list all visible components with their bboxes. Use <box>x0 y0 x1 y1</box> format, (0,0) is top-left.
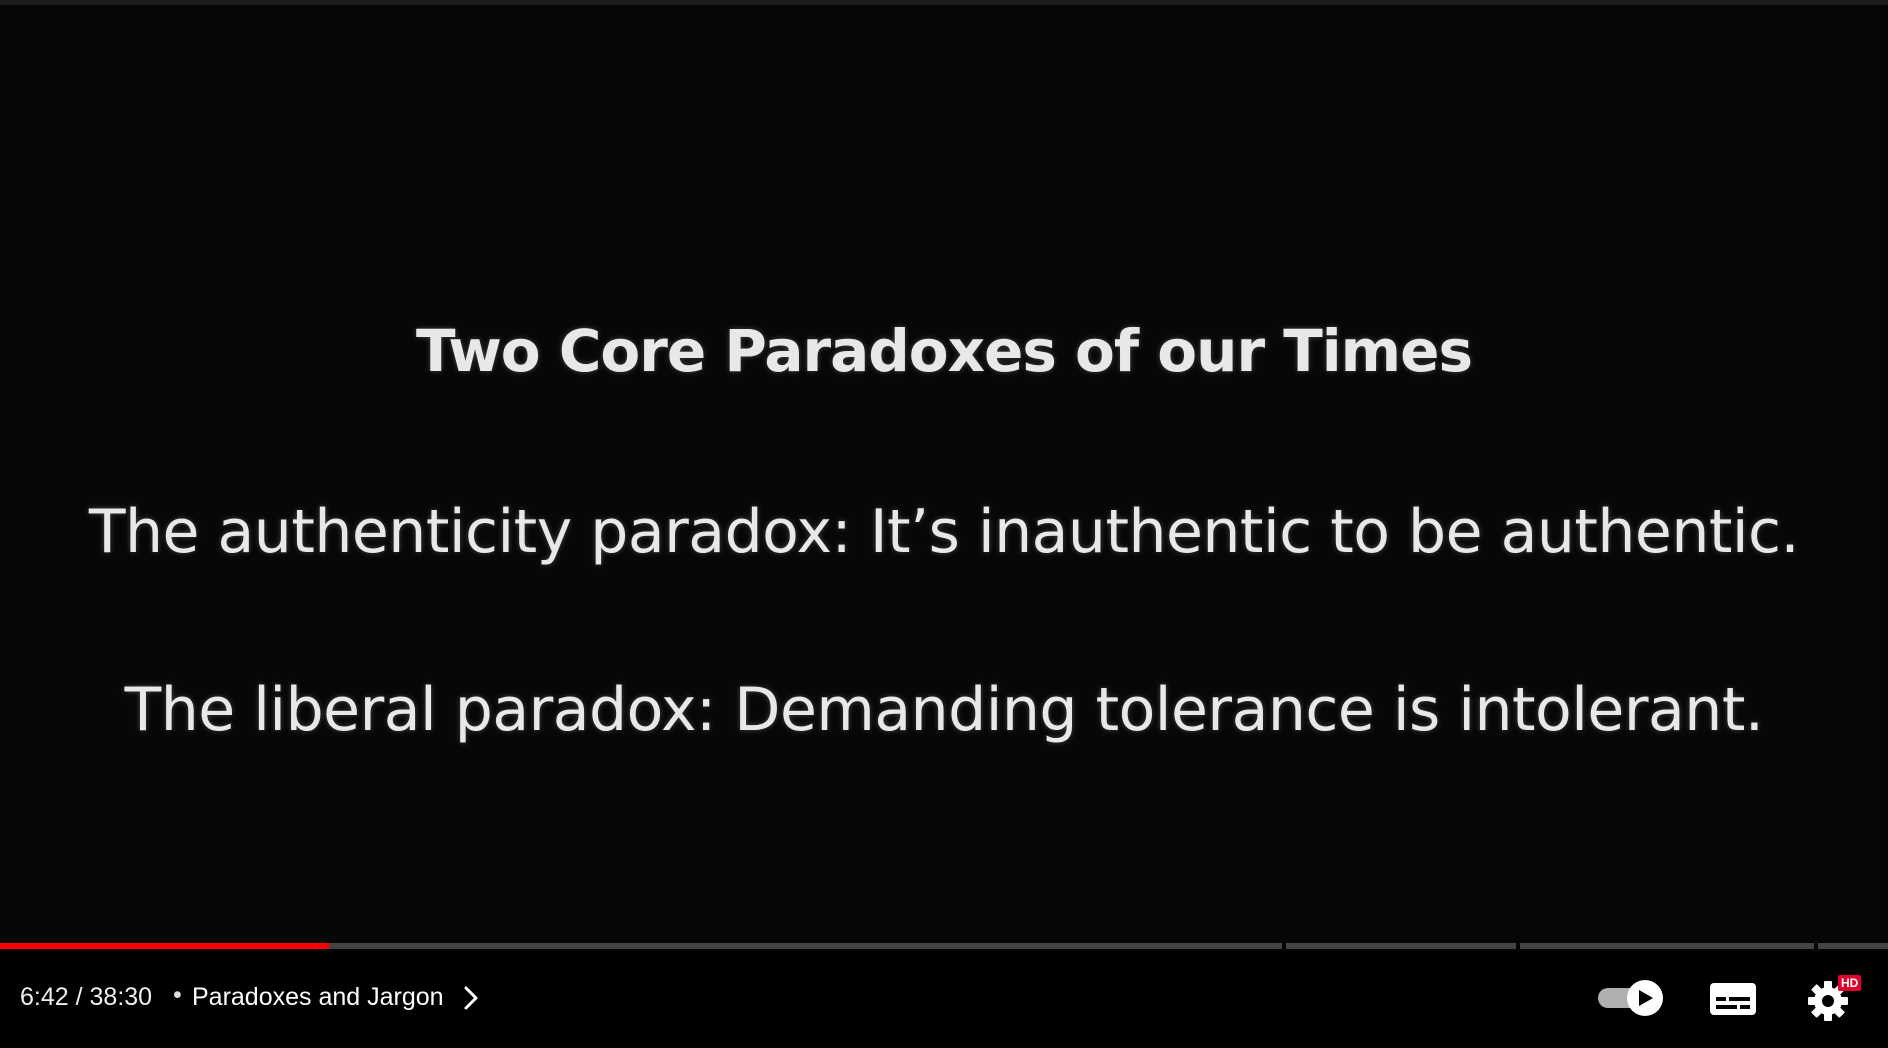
chapter-segment[interactable] <box>202 943 1282 949</box>
hd-badge: HD <box>1838 975 1862 991</box>
chapter-segment[interactable] <box>1818 943 1888 949</box>
slide-line-authenticity: The authenticity paradox: It’s inauthent… <box>88 497 1800 567</box>
chapter-title-button[interactable]: Paradoxes and Jargon <box>192 983 444 1012</box>
time-display: 6:42 / 38:30 <box>20 983 152 1012</box>
subtitles-icon[interactable] <box>1708 979 1758 1019</box>
settings-button[interactable]: HD <box>1806 975 1870 1023</box>
progress-bar[interactable] <box>0 943 1888 951</box>
chevron-right-icon[interactable] <box>462 985 480 1011</box>
autoplay-toggle-icon[interactable] <box>1596 979 1666 1017</box>
played-progress <box>0 943 329 949</box>
slide-title: Two Core Paradoxes of our Times <box>416 317 1473 385</box>
current-time: 6:42 <box>20 983 69 1011</box>
separator-dot: • <box>173 981 182 1009</box>
chapter-segment[interactable] <box>1286 943 1516 949</box>
slide-line-liberal: The liberal paradox: Demanding tolerance… <box>124 675 1764 745</box>
chapter-segment[interactable] <box>1520 943 1814 949</box>
video-frame[interactable]: Two Core Paradoxes of our Times The auth… <box>0 5 1888 945</box>
controls-bar: 6:42 / 38:30 • Paradoxes and Jargon HD <box>0 951 1888 1048</box>
duration: 38:30 <box>89 983 153 1011</box>
video-player[interactable]: Two Core Paradoxes of our Times The auth… <box>0 0 1888 1048</box>
time-separator: / <box>68 983 90 1011</box>
